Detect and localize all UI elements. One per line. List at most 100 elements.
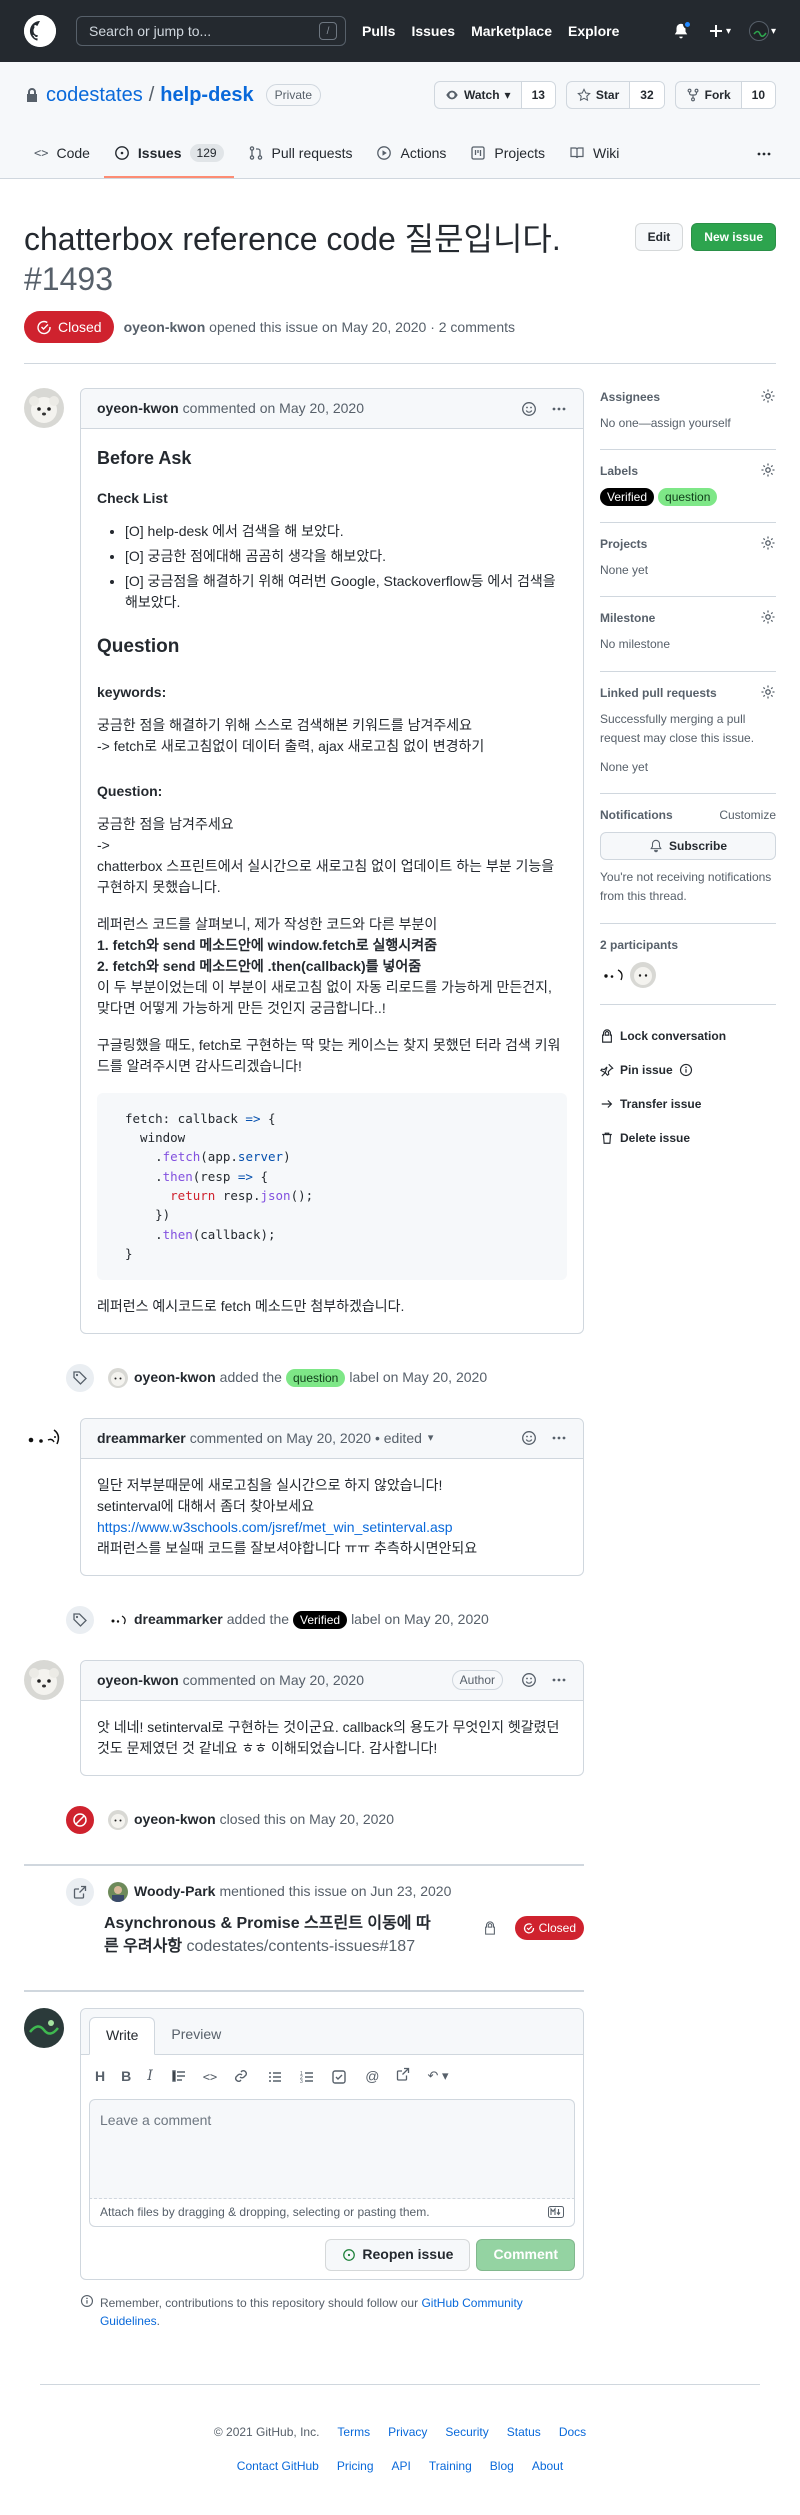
footer-link-about[interactable]: About <box>532 2457 563 2475</box>
comment-submit-button[interactable]: Comment <box>476 2238 575 2271</box>
avatar-woody-park[interactable] <box>108 1881 128 1902</box>
quote-icon[interactable] <box>171 2068 187 2084</box>
fork-count[interactable]: 10 <box>741 82 775 108</box>
pin-issue-button[interactable]: Pin issue <box>600 1053 776 1087</box>
tab-write[interactable]: Write <box>89 2016 156 2055</box>
smiley-icon[interactable] <box>521 1430 537 1446</box>
bold-icon[interactable]: B <box>121 2066 131 2087</box>
edit-title-button[interactable]: Edit <box>634 223 684 251</box>
cross-reference-repo-ref[interactable]: codestates/contents-issues#187 <box>187 1938 416 1955</box>
tab-pull-requests[interactable]: Pull requests <box>238 130 363 178</box>
projects-heading[interactable]: Projects <box>600 535 647 553</box>
gear-icon[interactable] <box>760 535 776 551</box>
footer-link-contact[interactable]: Contact GitHub <box>237 2457 319 2475</box>
footer-link-docs[interactable]: Docs <box>559 2423 586 2441</box>
footer-link-security[interactable]: Security <box>445 2423 488 2441</box>
star-count[interactable]: 32 <box>630 82 664 108</box>
avatar-oyeon-kwon[interactable] <box>24 1659 64 1700</box>
tab-wiki[interactable]: Wiki <box>559 130 629 178</box>
repo-name-link[interactable]: help-desk <box>160 80 253 110</box>
gear-icon[interactable] <box>760 388 776 404</box>
fork-button[interactable]: Fork <box>676 82 742 108</box>
gear-icon[interactable] <box>760 609 776 625</box>
footer-link-privacy[interactable]: Privacy <box>388 2423 427 2441</box>
kebab-horizontal-icon[interactable] <box>551 401 567 417</box>
smiley-icon[interactable] <box>521 1672 537 1688</box>
participant-avatar-dreammarker[interactable] <box>600 961 626 988</box>
label-verified[interactable]: Verified <box>600 488 655 507</box>
event-actor-link[interactable]: dreammarker <box>134 1609 223 1630</box>
tab-issues[interactable]: Issues 129 <box>103 130 234 178</box>
lock-conversation-button[interactable]: Lock conversation <box>600 1019 776 1053</box>
task-list-icon[interactable] <box>331 2069 347 2085</box>
tab-preview[interactable]: Preview <box>155 2016 237 2054</box>
avatar-dreammarker[interactable] <box>108 1609 128 1630</box>
tab-code[interactable]: <> Code <box>24 130 100 178</box>
comment-timestamp[interactable]: commented on May 20, 2020 • edited <box>190 1428 422 1449</box>
footer-link-api[interactable]: API <box>392 2457 411 2475</box>
heading-icon[interactable]: H <box>95 2066 105 2087</box>
italic-icon[interactable]: I <box>147 2066 153 2087</box>
watch-count[interactable]: 13 <box>521 82 555 108</box>
comment-timestamp[interactable]: commented on May 20, 2020 <box>183 398 364 419</box>
code-icon[interactable]: <> <box>203 2068 217 2086</box>
user-menu[interactable]: ▾ <box>748 21 776 41</box>
caret-down-icon[interactable]: ▾ <box>428 1430 434 1447</box>
reopen-issue-button[interactable]: Reopen issue <box>325 2238 471 2271</box>
search-input[interactable]: Search or jump to... / <box>76 16 346 46</box>
avatar-oyeon-kwon[interactable] <box>108 1367 128 1388</box>
avatar-oyeon-kwon[interactable] <box>24 388 64 428</box>
label-question[interactable]: question <box>658 488 718 507</box>
more-tabs-kebab-icon[interactable] <box>756 130 776 178</box>
tab-actions[interactable]: Actions <box>366 130 456 178</box>
watch-button[interactable]: Watch ▾ <box>435 82 522 108</box>
assignees-value[interactable]: No one—assign yourself <box>600 414 776 433</box>
event-actor-link[interactable]: Woody-Park <box>134 1881 215 1902</box>
notifications-bell-icon[interactable] <box>672 20 692 40</box>
smiley-icon[interactable] <box>521 401 537 417</box>
footer-link-status[interactable]: Status <box>507 2423 541 2441</box>
kebab-horizontal-icon[interactable] <box>551 1430 567 1446</box>
avatar-oyeon-kwon[interactable] <box>108 1809 128 1830</box>
link-icon[interactable] <box>233 2068 249 2084</box>
customize-notifications-link[interactable]: Customize <box>719 806 776 824</box>
create-new-menu[interactable]: ▾ <box>708 23 731 39</box>
nav-explore[interactable]: Explore <box>568 21 619 42</box>
comment-author-link[interactable]: dreammarker <box>97 1428 186 1449</box>
gear-icon[interactable] <box>760 462 776 478</box>
linked-prs-heading[interactable]: Linked pull requests <box>600 684 717 702</box>
comment-timestamp[interactable]: commented on May 20, 2020 <box>183 1670 364 1691</box>
milestone-heading[interactable]: Milestone <box>600 609 655 627</box>
labels-heading[interactable]: Labels <box>600 462 638 480</box>
avatar-dreammarker[interactable] <box>24 1417 64 1458</box>
tab-projects[interactable]: Projects <box>460 130 555 178</box>
footer-link-blog[interactable]: Blog <box>490 2457 514 2475</box>
github-logo-icon[interactable] <box>24 15 56 47</box>
footer-link-terms[interactable]: Terms <box>337 2423 370 2441</box>
label-verified[interactable]: Verified <box>293 1610 348 1629</box>
nav-issues[interactable]: Issues <box>411 21 455 42</box>
assignees-heading[interactable]: Assignees <box>600 388 660 406</box>
kebab-horizontal-icon[interactable] <box>551 1672 567 1688</box>
setinterval-reference-link[interactable]: https://www.w3schools.com/jsref/met_win_… <box>97 1519 453 1535</box>
repo-owner-link[interactable]: codestates <box>46 80 143 110</box>
event-actor-link[interactable]: oyeon-kwon <box>134 1809 216 1830</box>
comment-textarea[interactable]: Leave a comment <box>89 2098 575 2199</box>
label-question[interactable]: question <box>285 1368 346 1387</box>
nav-marketplace[interactable]: Marketplace <box>471 21 552 42</box>
star-button[interactable]: Star <box>567 82 631 108</box>
gear-icon[interactable] <box>760 684 776 700</box>
nav-pulls[interactable]: Pulls <box>362 21 395 42</box>
unordered-list-icon[interactable] <box>267 2069 283 2085</box>
footer-link-training[interactable]: Training <box>429 2457 472 2475</box>
saved-replies-icon[interactable]: ↶ ▾ <box>427 2066 448 2087</box>
transfer-issue-button[interactable]: Transfer issue <box>600 1087 776 1121</box>
delete-issue-button[interactable]: Delete issue <box>600 1121 776 1155</box>
footer-link-pricing[interactable]: Pricing <box>337 2457 374 2475</box>
issue-author-link[interactable]: oyeon-kwon <box>124 319 206 335</box>
attach-files-bar[interactable]: Attach files by dragging & dropping, sel… <box>89 2198 575 2227</box>
participant-avatar-oyeon-kwon[interactable] <box>630 961 656 988</box>
subscribe-button[interactable]: Subscribe <box>600 832 776 861</box>
comment-author-link[interactable]: oyeon-kwon <box>97 398 179 419</box>
event-actor-link[interactable]: oyeon-kwon <box>134 1367 216 1388</box>
